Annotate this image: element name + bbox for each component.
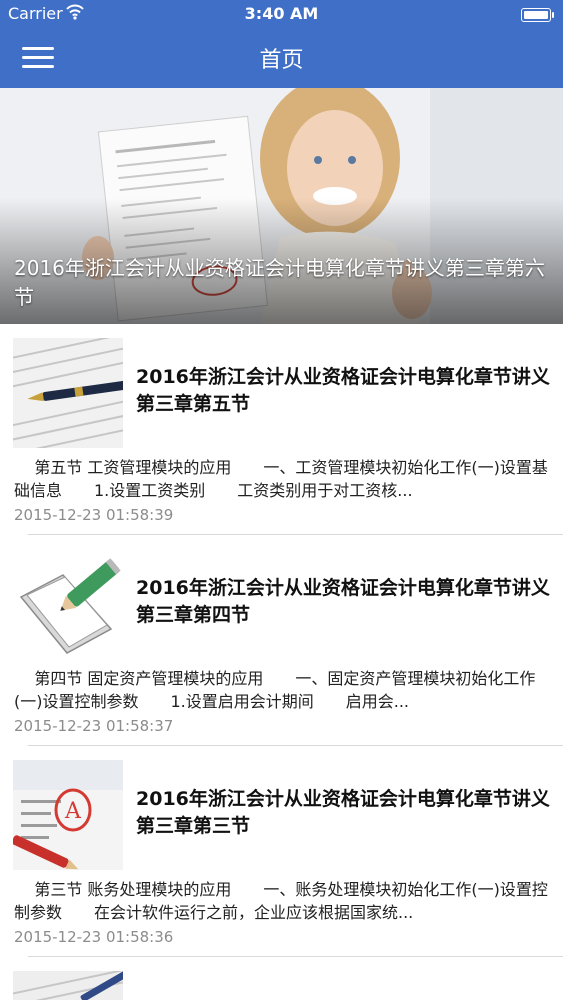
featured-banner[interactable]: 2016年浙江会计从业资格证会计电算化章节讲义第三章第六节 [0, 88, 563, 324]
page-title: 首页 [259, 48, 304, 73]
status-bar: Carrier 3:40 AM [0, 0, 563, 30]
banner-title: 2016年浙江会计从业资格证会计电算化章节讲义第三章第六节 [14, 256, 545, 309]
article-summary: 第四节 固定资产管理模块的应用 一、固定资产管理模块初始化工作 (一)设置控制参… [14, 669, 536, 711]
article-title: 2016年浙江会计从业资格证会计电算化章节讲义第三章第四节 [136, 577, 550, 626]
svg-text:A: A [64, 799, 82, 824]
article-summary: 第三节 账务处理模块的应用 一、账务处理模块初始化工作(一)设置控制参数 在会计… [14, 880, 548, 922]
article-title: 2016年浙江会计从业资格证会计电算化章节讲义第三章第五节 [136, 366, 550, 415]
clock: 3:40 AM [244, 4, 319, 23]
article-date: 2015-12-23 01:58:37 [14, 717, 174, 735]
list-item[interactable]: 2016年浙江会计从业资格证会计电算化章节讲义第三章第四节 第四节 固定资产管理… [0, 535, 563, 746]
app-header: Carrier 3:40 AM 首页 [0, 0, 563, 88]
battery-icon [521, 8, 554, 22]
article-title: 2016年浙江会计从业资格证会计电算化章节讲义第三章第三节 [136, 788, 550, 837]
navigation-bar: 首页 [0, 30, 563, 88]
article-date: 2015-12-23 01:58:36 [14, 928, 174, 946]
article-thumbnail [13, 971, 123, 1000]
article-thumbnail [13, 549, 123, 659]
article-summary: 第五节 工资管理模块的应用 一、工资管理模块初始化工作(一)设置基础信息 1.设… [14, 458, 548, 500]
list-item[interactable]: 2016年浙江会计从业资格证会计电算化章节讲义第三章第五节 第五节 工资管理模块… [0, 324, 563, 535]
article-thumbnail [13, 338, 123, 448]
article-date: 2015-12-23 01:58:39 [14, 506, 174, 524]
list-item[interactable]: A 2016年浙江会计从业资格证会计电算化章节讲义第三章第三节 第三节 账务处理… [0, 746, 563, 957]
list-item[interactable] [0, 957, 563, 1000]
article-thumbnail: A [13, 760, 123, 870]
